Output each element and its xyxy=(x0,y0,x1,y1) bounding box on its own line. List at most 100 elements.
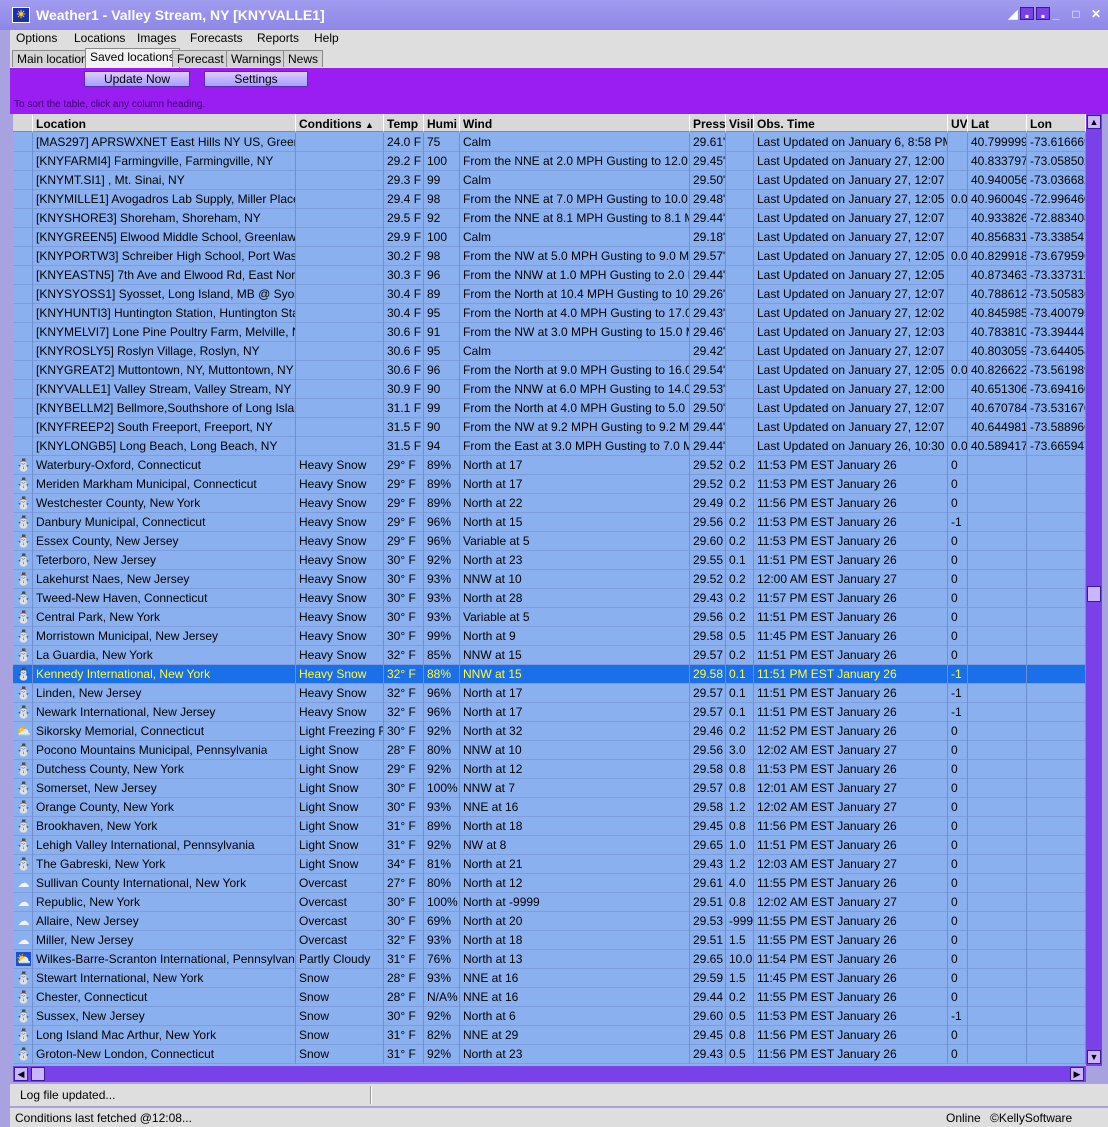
vertical-scrollbar[interactable]: ▲ ▼ xyxy=(1086,114,1102,1066)
cell-hum: 82% xyxy=(424,1026,460,1045)
update-now-button[interactable]: Update Now xyxy=(84,71,190,87)
header-temp[interactable]: Temp xyxy=(384,114,424,132)
table-row[interactable]: [KNYFREEP2] South Freeport, Freeport, NY… xyxy=(13,418,1086,437)
menu-reports[interactable]: Reports xyxy=(257,31,299,45)
header-conditions[interactable]: Conditions ▲ xyxy=(296,114,384,132)
horizontal-scrollbar[interactable]: ◀ ▶ xyxy=(13,1066,1086,1082)
table-row[interactable]: ⛄ Newark International, New Jersey Heavy S… xyxy=(13,703,1086,722)
table-row[interactable]: ⛄ La Guardia, New York Heavy Snow 32° F 85% N… xyxy=(13,646,1086,665)
table-row[interactable]: [KNYSYOSS1] Syosset, Long Island, MB @ S… xyxy=(13,285,1086,304)
tab-main-location[interactable]: Main location xyxy=(12,50,93,67)
table-row[interactable]: ⛄ Dutchess County, New York Light Snow 29° … xyxy=(13,760,1086,779)
table-row[interactable]: [MAS297] APRSWXNET East Hills NY US, Gre… xyxy=(13,133,1086,152)
settings-button[interactable]: Settings xyxy=(204,71,308,87)
table-row[interactable]: [KNYMILLE1] Avogadros Lab Supply, Miller… xyxy=(13,190,1086,209)
table-row[interactable]: ☁ Allaire, New Jersey Overcast 30° F 69% Nort… xyxy=(13,912,1086,931)
table-row[interactable]: ☁ Republic, New York Overcast 30° F 100% Nort… xyxy=(13,893,1086,912)
locations-table[interactable]: Location Conditions ▲ Temp Humi Wind Pre… xyxy=(13,114,1086,1066)
table-row[interactable]: ⛄ Somerset, New Jersey Light Snow 30° F 100%… xyxy=(13,779,1086,798)
menu-forecasts[interactable]: Forecasts xyxy=(190,31,243,45)
table-row[interactable]: [KNYGREAT2] Muttontown, NY, Muttontown, … xyxy=(13,361,1086,380)
menu-images[interactable]: Images xyxy=(137,31,176,45)
table-row[interactable]: [KNYVALLE1] Valley Stream, Valley Stream… xyxy=(13,380,1086,399)
scroll-up-icon[interactable]: ▲ xyxy=(1087,115,1101,129)
header-visibility[interactable]: Visil xyxy=(726,114,754,132)
table-row[interactable]: ⛄ Chester, Connecticut Snow 28° F N/A% NNE at… xyxy=(13,988,1086,1007)
table-row[interactable]: [KNYPORTW3] Schreiber High School, Port … xyxy=(13,247,1086,266)
table-row[interactable]: ⛄ Morristown Municipal, New Jersey Heavy S… xyxy=(13,627,1086,646)
table-row[interactable]: ⛅ Wilkes-Barre-Scranton International, Pe… xyxy=(13,950,1086,969)
table-row[interactable]: ⛄ Waterbury-Oxford, Connecticut Heavy Snow… xyxy=(13,456,1086,475)
scroll-thumb[interactable] xyxy=(1087,586,1101,602)
arrow-icon[interactable]: ◢ xyxy=(1005,6,1021,22)
table-row[interactable]: ⛅ Sikorsky Memorial, Connecticut Light Fre… xyxy=(13,722,1086,741)
table-row[interactable]: ⛄ The Gabreski, New York Light Snow 34° F 81… xyxy=(13,855,1086,874)
header-location[interactable]: Location xyxy=(33,114,296,132)
header-humidity[interactable]: Humi xyxy=(424,114,460,132)
tab-forecast[interactable]: Forecast xyxy=(172,50,229,67)
table-row[interactable]: ⛄ Stewart International, New York Snow 28° … xyxy=(13,969,1086,988)
minimize-icon[interactable]: _ xyxy=(1048,6,1064,22)
table-row[interactable]: [KNYROSLY5] Roslyn Village, Roslyn, NY 30… xyxy=(13,342,1086,361)
menu-options[interactable]: Options xyxy=(16,31,57,45)
close-icon[interactable]: ✕ xyxy=(1088,6,1104,22)
snowman-icon: ⛄ xyxy=(16,553,31,567)
table-row[interactable]: ⛄ Long Island Mac Arthur, New York Snow 31°… xyxy=(13,1026,1086,1045)
cell-hum: 89% xyxy=(424,817,460,836)
table-row[interactable]: ⛄ Central Park, New York Heavy Snow 30° F 93… xyxy=(13,608,1086,627)
table-row[interactable]: [KNYMELVI7] Lone Pine Poultry Farm, Melv… xyxy=(13,323,1086,342)
cell-lat xyxy=(968,855,1027,874)
menu-locations[interactable]: Locations xyxy=(74,31,125,45)
maximize-icon[interactable]: □ xyxy=(1068,6,1084,22)
header-uv[interactable]: UV xyxy=(948,114,968,132)
cell-obs: 11:56 PM EST January 26 xyxy=(754,1045,948,1064)
table-row[interactable]: [KNYGREEN5] Elwood Middle School, Greenl… xyxy=(13,228,1086,247)
header-pressure[interactable]: Press xyxy=(690,114,726,132)
cell-press: 29.61 xyxy=(690,874,726,893)
header-lat[interactable]: Lat xyxy=(968,114,1027,132)
table-row[interactable]: ⛄ Meriden Markham Municipal, Connecticut H… xyxy=(13,475,1086,494)
header-obs-time[interactable]: Obs. Time xyxy=(754,114,948,132)
table-row[interactable]: ⛄ Westchester County, New York Heavy Snow 2… xyxy=(13,494,1086,513)
table-row[interactable]: ⛄ Groton-New London, Connecticut Snow 31° F… xyxy=(13,1045,1086,1064)
table-row[interactable]: [KNYFARMI4] Farmingville, Farmingville, … xyxy=(13,152,1086,171)
table-row[interactable]: [KNYMT.SI1] , Mt. Sinai, NY 29.3 F 99 Calm 2… xyxy=(13,171,1086,190)
table-row[interactable]: [KNYHUNTI3] Huntington Station, Huntingt… xyxy=(13,304,1086,323)
pin-icon[interactable]: ▪ xyxy=(1020,7,1034,23)
table-row[interactable]: ⛄ Lakehurst Naes, New Jersey Heavy Snow 30°… xyxy=(13,570,1086,589)
table-row[interactable]: ⛄ Sussex, New Jersey Snow 30° F 92% North at … xyxy=(13,1007,1086,1026)
table-row[interactable]: [KNYSHORE3] Shoreham, Shoreham, NY 29.5 F… xyxy=(13,209,1086,228)
menu-help[interactable]: Help xyxy=(314,31,339,45)
header-wind[interactable]: Wind xyxy=(460,114,690,132)
cell-wind: From the North at 10.4 MPH Gusting to 10… xyxy=(460,285,690,304)
table-row[interactable]: ⛄ Lehigh Valley International, Pennsylvan… xyxy=(13,836,1086,855)
table-row[interactable]: [KNYLONGB5] Long Beach, Long Beach, NY 31… xyxy=(13,437,1086,456)
cell-obs: 11:51 PM EST January 26 xyxy=(754,646,948,665)
table-row[interactable]: ⛄ Pocono Mountains Municipal, Pennsylvani… xyxy=(13,741,1086,760)
cell-temp: 31° F xyxy=(384,1045,424,1064)
header-lon[interactable]: Lon xyxy=(1027,114,1086,132)
table-row[interactable]: ⛄ Orange County, New York Light Snow 30° F9… xyxy=(13,798,1086,817)
table-row[interactable]: [KNYBELLM2] Bellmore,Southshore of Long … xyxy=(13,399,1086,418)
cell-uv xyxy=(948,342,968,361)
table-row[interactable]: ⛄ Linden, New Jersey Heavy Snow 32° F 96% Nor… xyxy=(13,684,1086,703)
cell-lat: 40.833797 xyxy=(968,152,1027,171)
table-row[interactable]: ⛄ Brookhaven, New York Light Snow 31° F 89% N… xyxy=(13,817,1086,836)
tab-news[interactable]: News xyxy=(283,50,324,67)
table-row[interactable]: [KNYEASTN5] 7th Ave and Elwood Rd, East … xyxy=(13,266,1086,285)
table-row[interactable]: ⛄ Teterboro, New Jersey Heavy Snow 30° F 92%… xyxy=(13,551,1086,570)
hscroll-thumb[interactable] xyxy=(31,1067,45,1081)
table-row[interactable]: ☁ Miller, New Jersey Overcast 32° F 93% North… xyxy=(13,931,1086,950)
header-icon-column[interactable] xyxy=(13,114,33,132)
table-row[interactable]: ☁ Sullivan County International, New York… xyxy=(13,874,1086,893)
title-bar[interactable]: ☀ Weather1 - Valley Stream, NY [KNYVALLE… xyxy=(0,0,1108,30)
scroll-left-icon[interactable]: ◀ xyxy=(14,1067,28,1081)
scroll-right-icon[interactable]: ▶ xyxy=(1070,1067,1084,1081)
table-row[interactable]: ⛄ Essex County, New Jersey Heavy Snow 29° F… xyxy=(13,532,1086,551)
table-row[interactable]: ⛄ Tweed-New Haven, Connecticut Heavy Snow 3… xyxy=(13,589,1086,608)
tab-warnings[interactable]: Warnings xyxy=(226,50,287,67)
tab-saved-locations[interactable]: Saved locations xyxy=(85,48,180,68)
table-row[interactable]: ⛄ Danbury Municipal, Connecticut Heavy Sno… xyxy=(13,513,1086,532)
scroll-down-icon[interactable]: ▼ xyxy=(1087,1050,1101,1064)
table-row[interactable]: ⛄ Kennedy International, New York Heavy Sn… xyxy=(13,665,1086,684)
